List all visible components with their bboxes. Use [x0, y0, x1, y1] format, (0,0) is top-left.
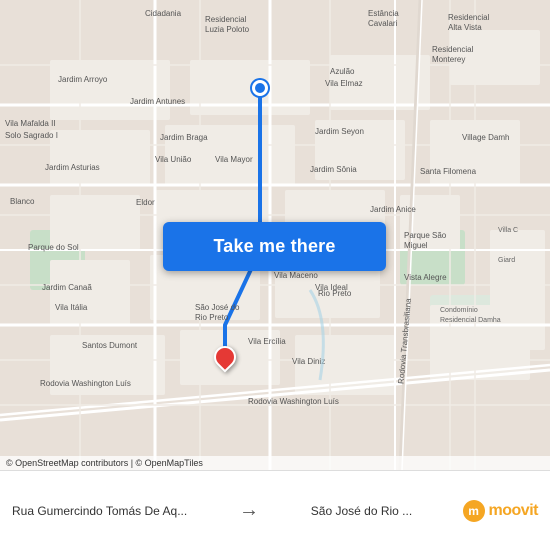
svg-text:Santos Dumont: Santos Dumont	[82, 341, 138, 350]
svg-text:Vila União: Vila União	[155, 155, 192, 164]
take-me-there-button[interactable]: Take me there	[163, 222, 386, 271]
svg-text:Jardim Seyon: Jardim Seyon	[315, 127, 364, 136]
route-to: São José do Rio ...	[311, 504, 412, 518]
svg-text:Parque São: Parque São	[404, 231, 447, 240]
map-container: Cidadania Residencial Luzia Poloto Estân…	[0, 0, 550, 470]
svg-text:Parque do Sol: Parque do Sol	[28, 243, 79, 252]
svg-text:Vila Mayor: Vila Mayor	[215, 155, 253, 164]
svg-text:Giard: Giard	[498, 257, 515, 264]
route-from: Rua Gumercindo Tomás De Aq...	[12, 504, 187, 518]
svg-text:São José do: São José do	[195, 303, 240, 312]
svg-text:Jardim Canaã: Jardim Canaã	[42, 283, 92, 292]
svg-text:Rodovia Washington Luís: Rodovia Washington Luís	[40, 379, 131, 388]
svg-text:Villa C: Villa C	[498, 227, 518, 234]
svg-text:Residencial Damha: Residencial Damha	[440, 317, 501, 324]
svg-text:Condomínio: Condomínio	[440, 307, 478, 314]
svg-text:Vila Mafalda II: Vila Mafalda II	[5, 119, 56, 128]
svg-text:Rio Preto: Rio Preto	[195, 313, 229, 322]
svg-text:Jardim Antunes: Jardim Antunes	[130, 97, 185, 106]
svg-text:Estância: Estância	[368, 9, 399, 18]
bottom-bar: Rua Gumercindo Tomás De Aq... → São José…	[0, 470, 550, 550]
svg-text:Jardim Anice: Jardim Anice	[370, 205, 416, 214]
svg-text:Solo Sagrado I: Solo Sagrado I	[5, 131, 58, 140]
origin-marker	[252, 80, 268, 96]
moovit-text: moovit	[489, 502, 538, 520]
svg-text:Miguel: Miguel	[404, 241, 428, 250]
svg-text:Alta Vista: Alta Vista	[448, 23, 482, 32]
route-arrow: →	[233, 499, 265, 522]
svg-text:Monterey: Monterey	[432, 55, 465, 64]
svg-text:Vila Itália: Vila Itália	[55, 303, 88, 312]
svg-text:Vila Elmaz: Vila Elmaz	[325, 79, 363, 88]
destination-marker	[214, 346, 236, 368]
svg-text:Jardim Asturias: Jardim Asturias	[45, 163, 100, 172]
svg-text:Rio Preto: Rio Preto	[318, 289, 352, 298]
svg-text:Luzia Poloto: Luzia Poloto	[205, 25, 250, 34]
svg-text:Blanco: Blanco	[10, 197, 35, 206]
svg-text:Vila Diniz: Vila Diniz	[292, 357, 325, 366]
svg-text:Azulão: Azulão	[330, 67, 355, 76]
svg-text:Jardim Sônia: Jardim Sônia	[310, 165, 357, 174]
svg-text:Residencial: Residencial	[205, 15, 247, 24]
take-me-there-label: Take me there	[213, 236, 335, 257]
svg-text:Vila Ercília: Vila Ercília	[248, 337, 286, 346]
attribution-text: © OpenStreetMap contributors | © OpenMap…	[6, 458, 203, 468]
svg-text:Rodovia Washington Luís: Rodovia Washington Luís	[248, 397, 339, 406]
svg-text:Eldor: Eldor	[136, 198, 155, 207]
svg-text:Jardim Arroyo: Jardim Arroyo	[58, 75, 108, 84]
svg-text:Cidadania: Cidadania	[145, 9, 182, 18]
svg-text:Vista Alegre: Vista Alegre	[404, 273, 447, 282]
app: Cidadania Residencial Luzia Poloto Estân…	[0, 0, 550, 550]
svg-text:Cavalari: Cavalari	[368, 19, 398, 28]
svg-text:Residencial: Residencial	[448, 13, 490, 22]
svg-text:Santa Filomena: Santa Filomena	[420, 167, 477, 176]
svg-text:Jardim Braga: Jardim Braga	[160, 133, 208, 142]
svg-text:Village Damh: Village Damh	[462, 133, 509, 142]
svg-text:Vila Maceno: Vila Maceno	[274, 271, 318, 280]
map-attribution: © OpenStreetMap contributors | © OpenMap…	[0, 456, 550, 470]
svg-text:Residencial: Residencial	[432, 45, 474, 54]
moovit-logo: m moovit	[458, 500, 538, 522]
moovit-icon: m	[463, 500, 485, 522]
